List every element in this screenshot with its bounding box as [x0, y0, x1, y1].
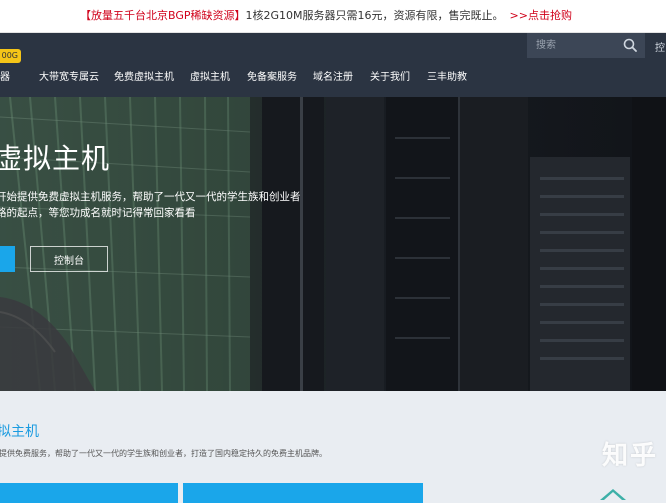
search-box	[527, 33, 645, 58]
promo-link[interactable]: 【放量五千台北京BGP稀缺资源】1核2G10M服务器只需16元，资源有限，售完既…	[80, 9, 572, 23]
console-link[interactable]: 控	[655, 39, 665, 54]
zhihu-watermark: 知乎	[602, 441, 659, 471]
hero-description: 开始提供免费虚拟主机服务，帮助了一代又一代的学生族和创业者 路的起点，等您功成名…	[0, 189, 301, 221]
watermark-shape-icon	[600, 489, 626, 500]
product-card[interactable]	[183, 483, 423, 503]
site-header: 00G 控 务器 大带宽专属云 免费虚拟主机 虚拟主机 免备案服务 域名注册 关…	[0, 33, 666, 97]
promo-badge: 00G	[0, 49, 21, 63]
console-button[interactable]: 控制台	[30, 246, 108, 272]
hero-primary-button[interactable]	[0, 246, 15, 272]
nav-item-server[interactable]: 务器	[0, 71, 10, 85]
nav-item-free-vhost[interactable]: 免费虚拟主机	[114, 71, 174, 85]
hero-title: 虚拟主机	[0, 142, 111, 175]
nav-item-vhost[interactable]: 虚拟主机	[190, 71, 230, 85]
nav-item-no-icp[interactable]: 免备案服务	[247, 71, 297, 85]
product-card[interactable]	[0, 483, 178, 503]
promo-text: 1核2G10M服务器只需16元，资源有限，售完既止。	[245, 9, 504, 22]
search-input[interactable]	[527, 33, 621, 58]
promo-highlight: 【放量五千台北京BGP稀缺资源】	[80, 9, 246, 22]
section-description: 提供免费服务，帮助了一代又一代的学生族和创业者，打造了国内稳定持久的免费主机品牌…	[0, 449, 327, 458]
nav-item-bandwidth-cloud[interactable]: 大带宽专属云	[39, 71, 99, 85]
section-title: 拟主机	[0, 424, 39, 440]
promo-cta[interactable]: >>点击抢购	[510, 9, 572, 22]
product-section: 拟主机 提供免费服务，帮助了一代又一代的学生族和创业者，打造了国内稳定持久的免费…	[0, 391, 666, 503]
nav-item-about[interactable]: 关于我们	[370, 71, 410, 85]
nav-item-domain[interactable]: 域名注册	[313, 71, 353, 85]
search-icon[interactable]	[622, 37, 639, 54]
promo-banner: 【放量五千台北京BGP稀缺资源】1核2G10M服务器只需16元，资源有限，售完既…	[0, 0, 666, 33]
nav-item-assistant[interactable]: 三丰助教	[427, 71, 467, 85]
hero-description-line-1: 开始提供免费虚拟主机服务，帮助了一代又一代的学生族和创业者	[0, 191, 301, 203]
hero-banner: 虚拟主机 开始提供免费虚拟主机服务，帮助了一代又一代的学生族和创业者 路的起点，…	[0, 97, 666, 391]
hero-description-line-2: 路的起点，等您功成名就时记得常回家看看	[0, 207, 196, 219]
